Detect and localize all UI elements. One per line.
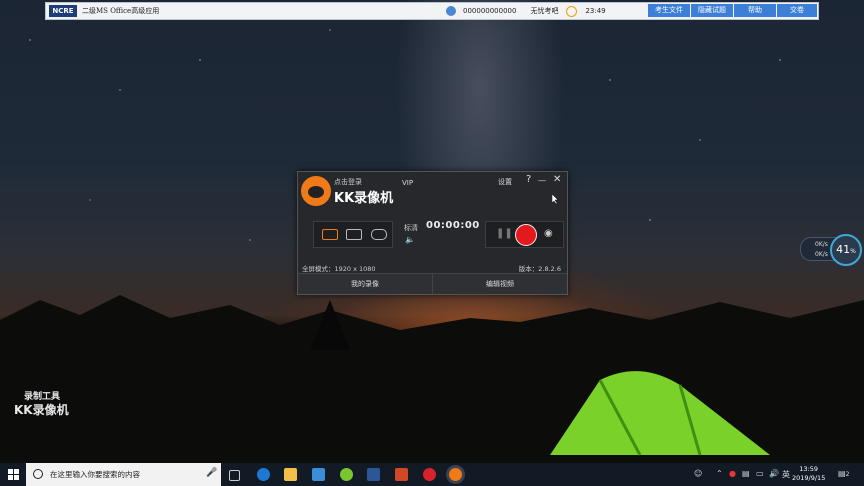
upload-speed: 0K/s bbox=[815, 241, 828, 248]
ime-language[interactable]: 英 bbox=[782, 469, 790, 480]
download-speed: 0K/s bbox=[815, 251, 828, 258]
battery-tray-icon[interactable]: ▭ bbox=[756, 469, 764, 478]
cpu-percent: 41 bbox=[836, 243, 851, 256]
task-view-icon[interactable] bbox=[229, 470, 240, 481]
taskbar-search-box[interactable]: 在这里输入你要搜索的内容 🎤 bbox=[26, 463, 221, 486]
user-icon bbox=[446, 6, 456, 16]
clock-icon bbox=[566, 5, 578, 17]
record-timer: 00:00:00 bbox=[426, 220, 480, 231]
candidate-name: 无忧考吧 bbox=[530, 7, 559, 15]
settings-button[interactable]: 设置 bbox=[498, 177, 512, 187]
windows-taskbar: 在这里输入你要搜索的内容 🎤 ☺ ⌃ ● ▤ ▭ 🔊 英 13:59 2019/… bbox=[0, 463, 864, 486]
quality-selector[interactable]: 标清 bbox=[404, 223, 418, 233]
iqiyi-icon[interactable] bbox=[340, 468, 353, 481]
word-icon[interactable] bbox=[367, 468, 380, 481]
region-mode-icon[interactable] bbox=[346, 229, 362, 240]
minimize-button[interactable]: — bbox=[538, 176, 546, 185]
exam-title: 二级MS Office高级应用 bbox=[82, 7, 160, 15]
kk-mascot-face bbox=[308, 186, 324, 198]
cpu-gauge: 41% bbox=[830, 234, 862, 266]
notification-count: 2 bbox=[845, 471, 850, 478]
volume-tray-icon[interactable]: 🔊 bbox=[769, 469, 779, 478]
edge-browser-icon[interactable] bbox=[257, 468, 270, 481]
submit-exam-button[interactable]: 交卷 bbox=[777, 4, 817, 17]
version-info: 版本：2.8.2.6 bbox=[518, 265, 561, 273]
hide-question-button[interactable]: 隐藏试题 bbox=[691, 4, 733, 17]
record-mode-selector bbox=[313, 221, 393, 248]
search-placeholder: 在这里输入你要搜索的内容 bbox=[50, 470, 140, 479]
notification-icon[interactable]: ▤2 bbox=[838, 469, 849, 478]
watermark-line2: KK录像机 bbox=[14, 403, 69, 417]
cpu-percent-unit: % bbox=[850, 248, 856, 255]
edit-video-button[interactable]: 编辑视频 bbox=[433, 273, 567, 294]
network-speed-widget[interactable]: 0K/s 0K/s 41% bbox=[800, 234, 864, 266]
pause-icon[interactable]: ❚❚ bbox=[496, 228, 513, 239]
app-name: KK录像机 bbox=[334, 191, 394, 206]
clock-date: 2019/9/15 bbox=[792, 474, 826, 482]
speaker-icon[interactable]: 🔈 bbox=[405, 235, 415, 244]
screenshot-camera-icon[interactable]: ◉ bbox=[544, 228, 553, 239]
microphone-icon[interactable]: 🎤 bbox=[206, 468, 217, 478]
netease-tray-icon[interactable]: ● bbox=[729, 469, 736, 478]
fullscreen-mode-icon[interactable] bbox=[322, 229, 338, 240]
close-button[interactable]: ✕ bbox=[553, 174, 561, 185]
clock-time: 13:59 bbox=[799, 465, 819, 473]
netease-music-icon[interactable] bbox=[423, 468, 436, 481]
file-explorer-icon[interactable] bbox=[284, 468, 297, 481]
tray-chevron-icon[interactable]: ⌃ bbox=[716, 469, 723, 478]
windows-start-icon[interactable] bbox=[8, 469, 19, 480]
cortana-icon bbox=[33, 469, 43, 479]
record-button[interactable] bbox=[515, 224, 537, 246]
green-tent-image bbox=[550, 371, 770, 456]
candidate-info: 000000000000 无忧考吧 23:49 bbox=[446, 5, 606, 17]
mouse-cursor-icon bbox=[552, 194, 559, 204]
kk-recorder-taskbar-icon[interactable] bbox=[449, 468, 462, 481]
network-tray-icon[interactable]: ▤ bbox=[742, 469, 750, 478]
people-icon[interactable]: ☺ bbox=[694, 469, 702, 478]
exam-toolbar: NCRE 二级MS Office高级应用 000000000000 无忧考吧 2… bbox=[45, 2, 819, 20]
vip-badge[interactable]: VIP bbox=[402, 179, 413, 187]
taskbar-clock[interactable]: 13:59 2019/9/15 bbox=[792, 465, 825, 483]
login-link[interactable]: 点击登录 bbox=[334, 177, 362, 187]
candidate-files-button[interactable]: 考生文件 bbox=[648, 4, 690, 17]
kk-recorder-window: 点击登录 KK录像机 VIP 设置 ? — ✕ 标清 🔈 00:00:00 ❚❚… bbox=[297, 171, 568, 295]
help-icon[interactable]: ? bbox=[526, 174, 531, 185]
my-recordings-button[interactable]: 我的录像 bbox=[298, 273, 433, 294]
app-store-icon[interactable] bbox=[312, 468, 325, 481]
record-controls: ❚❚ ◉ bbox=[485, 221, 564, 248]
candidate-id: 000000000000 bbox=[463, 7, 517, 15]
ncre-logo: NCRE bbox=[49, 5, 77, 17]
help-button[interactable]: 帮助 bbox=[734, 4, 776, 17]
kk-logo-icon bbox=[301, 176, 331, 206]
remaining-time: 23:49 bbox=[585, 7, 606, 15]
resolution-info: 全屏模式：1920 x 1080 bbox=[302, 265, 376, 273]
powerpoint-icon[interactable] bbox=[395, 468, 408, 481]
game-mode-icon[interactable] bbox=[371, 229, 387, 240]
